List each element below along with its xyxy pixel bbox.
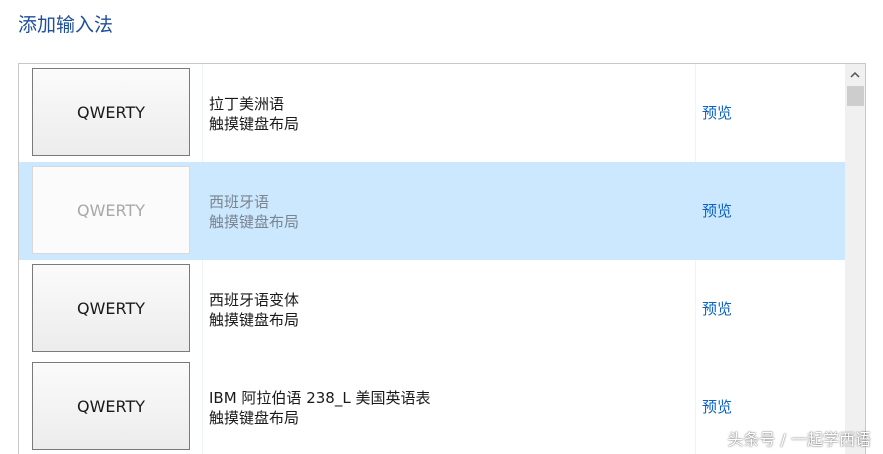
list-item-latin-american[interactable]: QWERTY 拉丁美洲语 触摸键盘布局 预览 [19,64,846,162]
input-method-layout: 触摸键盘布局 [209,115,300,133]
list-item-spanish-variant[interactable]: QWERTY 西班牙语变体 触摸键盘布局 预览 [19,260,846,358]
column-divider [202,358,203,454]
keyboard-thumbnail: QWERTY [32,362,190,450]
preview-link[interactable]: 预览 [702,103,732,123]
input-method-layout: 触摸键盘布局 [209,311,300,329]
list-item-spanish[interactable]: QWERTY 西班牙语 触摸键盘布局 预览 [19,162,846,260]
column-divider [202,260,203,358]
keyboard-thumbnail: QWERTY [32,264,190,352]
input-method-name: 拉丁美洲语 [209,95,285,113]
keyboard-thumbnail: QWERTY [32,166,190,254]
keyboard-thumbnail: QWERTY [32,68,190,156]
preview-link[interactable]: 预览 [702,299,732,319]
input-method-description: 西班牙语变体 触摸键盘布局 [209,290,299,330]
column-divider [202,162,203,260]
chevron-up-icon [850,71,860,78]
input-method-list-frame: QWERTY 拉丁美洲语 触摸键盘布局 预览 QWERTY 西班牙语 触摸键盘布… [18,63,866,454]
column-divider [695,260,696,358]
preview-link[interactable]: 预览 [702,201,732,221]
input-method-layout: 触摸键盘布局 [209,409,300,427]
input-method-layout: 触摸键盘布局 [209,213,300,231]
column-divider [695,358,696,454]
input-method-name: IBM 阿拉伯语 238_L 美国英语表 [209,389,431,407]
vertical-scrollbar[interactable] [845,64,865,454]
input-method-name: 西班牙语变体 [209,291,300,309]
column-divider [695,162,696,260]
watermark-text: 头条号 / 一起学西语 [727,430,871,449]
add-input-method-page: 添加输入法 QWERTY 拉丁美洲语 触摸键盘布局 预览 QWERTY 西班牙语… [0,0,883,454]
input-method-name: 西班牙语 [209,193,270,211]
input-method-description: IBM 阿拉伯语 238_L 美国英语表 触摸键盘布局 [209,388,430,428]
column-divider [695,64,696,162]
list-item-ibm-arabic[interactable]: QWERTY IBM 阿拉伯语 238_L 美国英语表 触摸键盘布局 预览 [19,358,846,454]
input-method-list: QWERTY 拉丁美洲语 触摸键盘布局 预览 QWERTY 西班牙语 触摸键盘布… [19,64,846,454]
page-title: 添加输入法 [18,14,114,36]
input-method-description: 西班牙语 触摸键盘布局 [209,192,299,232]
column-divider [202,64,203,162]
preview-link[interactable]: 预览 [702,397,732,417]
scroll-up-button[interactable] [845,64,865,84]
scrollbar-thumb[interactable] [847,86,864,106]
input-method-description: 拉丁美洲语 触摸键盘布局 [209,94,299,134]
